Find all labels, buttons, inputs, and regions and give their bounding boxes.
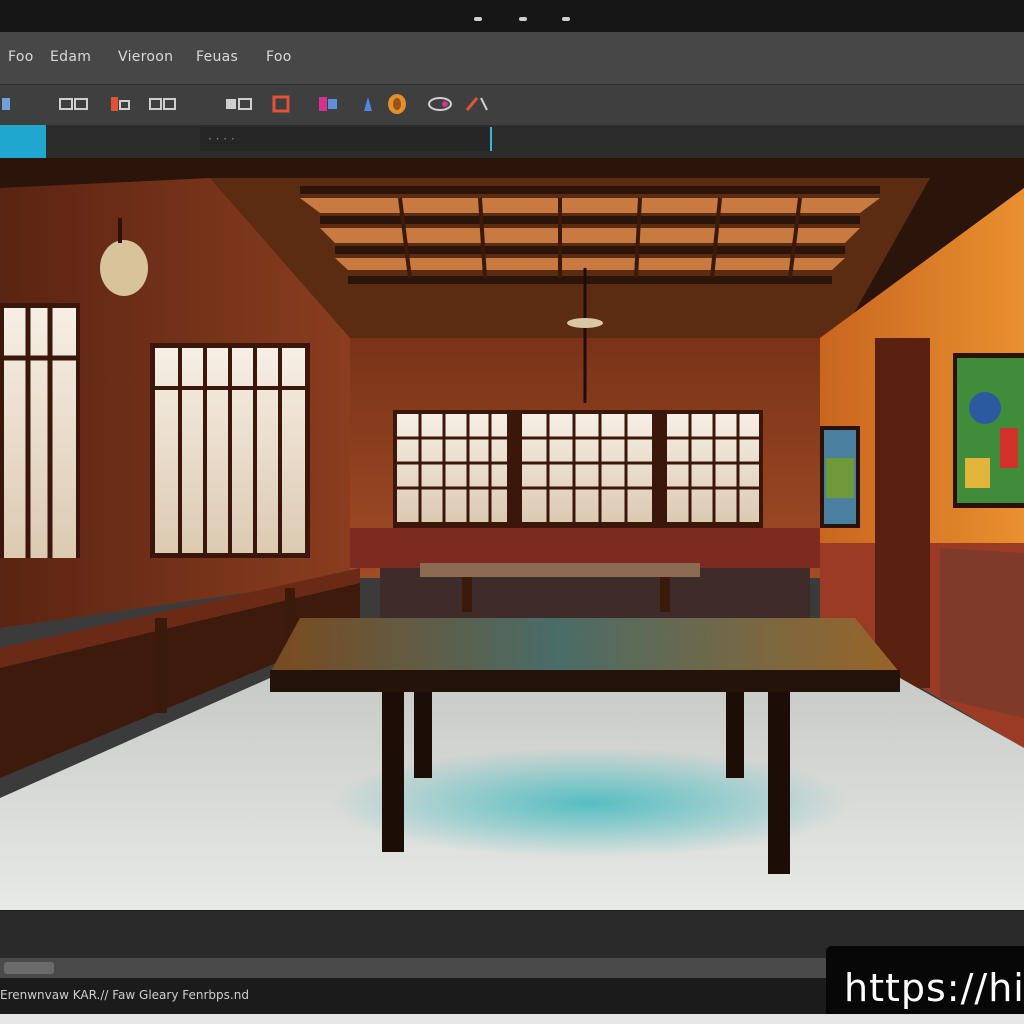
menu-item-edit[interactable]: Edam: [50, 49, 91, 65]
monitor-bezel-bottom: [0, 1014, 1024, 1024]
menu-item-filter[interactable]: Feuas: [196, 49, 238, 65]
brush-tool-icon: [272, 95, 290, 113]
photo-editor-window: Foo Edam Vieroon Feuas Foo · · · · Erenw…: [0, 0, 1024, 1024]
move-tool-icon: [2, 98, 10, 110]
room-photo: [0, 158, 1024, 910]
scrollbar-thumb[interactable]: [4, 962, 54, 974]
menu-bar: Foo Edam Vieroon Feuas Foo: [0, 32, 1024, 85]
document-path-field[interactable]: · · · ·: [200, 127, 492, 151]
gradient-tool-icon: [388, 94, 406, 114]
watermark-overlay: https://hi: [826, 946, 1024, 1018]
crop-tool-button[interactable]: [148, 94, 178, 114]
menu-item-file[interactable]: Foo: [8, 49, 34, 65]
pen-tool-button[interactable]: [462, 94, 490, 114]
stamp-tool-button[interactable]: [316, 94, 340, 114]
bezel-indicator: [474, 17, 482, 21]
status-text: Erenwnvaw KAR.// Faw Gleary Fenrbps.nd: [0, 988, 249, 1002]
options-bar: · · · ·: [0, 125, 1024, 164]
crop-tool-icon: [149, 98, 176, 110]
dodge-tool-icon: [428, 97, 452, 111]
marquee-tool-icon: [59, 98, 88, 110]
tool-bar: [0, 85, 1024, 125]
watermark-url: https://hi: [844, 966, 1024, 1010]
bezel-indicator: [519, 17, 527, 21]
marquee-tool-button[interactable]: [58, 94, 90, 114]
monitor-bezel-top: [0, 0, 1024, 32]
pen-tool-icon: [465, 97, 488, 111]
gradient-tool-button[interactable]: [384, 94, 410, 114]
menu-item-help[interactable]: Foo: [266, 49, 292, 65]
heal-tool-button[interactable]: [224, 94, 254, 114]
lasso-tool-button[interactable]: [108, 94, 132, 114]
eraser-tool-button[interactable]: [360, 94, 376, 114]
dodge-tool-button[interactable]: [426, 94, 454, 114]
bezel-indicator: [562, 17, 570, 21]
move-tool-button[interactable]: [0, 94, 12, 114]
brush-tool-button[interactable]: [270, 94, 292, 114]
heal-tool-icon: [226, 98, 252, 110]
stamp-tool-icon: [319, 97, 337, 111]
eraser-tool-icon: [364, 97, 372, 111]
lasso-tool-icon: [111, 97, 130, 111]
image-canvas[interactable]: [0, 158, 1024, 910]
menu-item-view[interactable]: Vieroon: [118, 49, 173, 65]
